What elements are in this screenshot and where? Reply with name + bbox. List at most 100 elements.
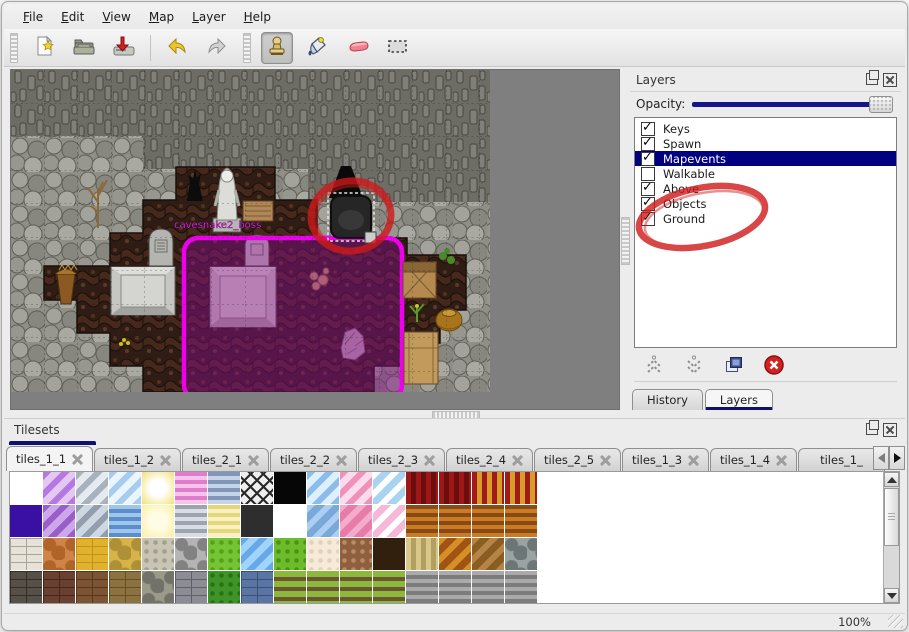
palette-tile-1-12[interactable]: [406, 505, 438, 537]
palette-tile-3-10[interactable]: [340, 571, 372, 603]
dock-tab-history[interactable]: History: [632, 389, 703, 410]
layer-row-spawn[interactable]: Spawn: [635, 136, 896, 151]
menu-map[interactable]: Map: [140, 7, 183, 27]
scroll-up-button[interactable]: [884, 472, 899, 487]
tileset-tab-tiles_1_[interactable]: tiles_1_: [798, 448, 885, 471]
vertical-splitter[interactable]: [621, 217, 630, 265]
palette-tile-1-3[interactable]: [109, 505, 141, 537]
tab-scroll-right-button[interactable]: [889, 446, 905, 470]
palette-tile-3-15[interactable]: [505, 571, 537, 603]
layer-checkbox-above[interactable]: [641, 182, 655, 196]
layer-checkbox-keys[interactable]: [641, 122, 655, 136]
layer-checkbox-walkable[interactable]: [641, 167, 655, 181]
palette-tile-1-5[interactable]: [175, 505, 207, 537]
palette-tile-3-8[interactable]: [274, 571, 306, 603]
tab-close-icon[interactable]: [688, 455, 699, 466]
tileset-tab-tiles_2_5[interactable]: tiles_2_5: [534, 448, 621, 471]
palette-tile-0-14[interactable]: [472, 472, 504, 504]
palette-tile-2-1[interactable]: [43, 538, 75, 570]
palette-tile-1-6[interactable]: [208, 505, 240, 537]
palette-tile-0-9[interactable]: [307, 472, 339, 504]
float-panel-icon[interactable]: [866, 73, 878, 85]
tab-close-icon[interactable]: [72, 454, 83, 465]
palette-tile-3-13[interactable]: [439, 571, 471, 603]
palette-tile-3-1[interactable]: [43, 571, 75, 603]
tileset-tab-tiles_2_2[interactable]: tiles_2_2: [270, 448, 357, 471]
palette-tile-3-14[interactable]: [472, 571, 504, 603]
redo-button[interactable]: [201, 32, 233, 64]
palette-tile-0-1[interactable]: [43, 472, 75, 504]
move-layer-up-button[interactable]: [640, 351, 668, 379]
palette-tile-2-13[interactable]: [439, 538, 471, 570]
palette-tile-2-6[interactable]: [208, 538, 240, 570]
open-file-button[interactable]: [68, 32, 100, 64]
tileset-tab-tiles_1_2[interactable]: tiles_1_2: [94, 448, 181, 471]
eraser-tool-button[interactable]: [341, 32, 373, 64]
layer-row-objects[interactable]: Objects: [635, 196, 896, 211]
stamp-tool-button[interactable]: [261, 32, 293, 64]
menu-help[interactable]: Help: [235, 7, 280, 27]
tab-close-icon[interactable]: [512, 455, 523, 466]
new-file-button[interactable]: [28, 32, 60, 64]
palette-tile-1-9[interactable]: [307, 505, 339, 537]
palette-tile-1-11[interactable]: [373, 505, 405, 537]
palette-tile-1-13[interactable]: [439, 505, 471, 537]
palette-tile-3-7[interactable]: [241, 571, 273, 603]
tab-close-icon[interactable]: [424, 455, 435, 466]
layer-row-ground[interactable]: Ground: [635, 211, 896, 226]
palette-tile-3-12[interactable]: [406, 571, 438, 603]
fill-tool-button[interactable]: [301, 32, 333, 64]
layer-checkbox-ground[interactable]: [641, 212, 655, 226]
palette-tile-0-8[interactable]: [274, 472, 306, 504]
layer-row-above[interactable]: Above: [635, 181, 896, 196]
tileset-tab-tiles_1_1[interactable]: tiles_1_1: [6, 446, 93, 471]
palette-tile-0-4[interactable]: [142, 472, 174, 504]
palette-tile-2-3[interactable]: [109, 538, 141, 570]
palette-tile-2-12[interactable]: [406, 538, 438, 570]
layer-row-mapevents[interactable]: Mapevents: [635, 151, 896, 166]
tab-scroll-left-button[interactable]: [873, 446, 889, 470]
tab-close-icon[interactable]: [336, 455, 347, 466]
palette-tile-2-5[interactable]: [175, 538, 207, 570]
palette-tile-1-0[interactable]: [10, 505, 42, 537]
resize-grip-icon[interactable]: [888, 615, 903, 628]
undo-button[interactable]: [161, 32, 193, 64]
scroll-down-button[interactable]: [884, 588, 899, 603]
palette-tile-1-8[interactable]: [274, 505, 306, 537]
opacity-slider[interactable]: [692, 96, 893, 112]
palette-tile-3-9[interactable]: [307, 571, 339, 603]
palette-tile-0-6[interactable]: [208, 472, 240, 504]
palette-tile-0-2[interactable]: [76, 472, 108, 504]
palette-tile-2-2[interactable]: [76, 538, 108, 570]
scrollbar-thumb[interactable]: [884, 488, 899, 546]
map-canvas[interactable]: cavesnake2_boss: [10, 69, 620, 410]
layer-row-walkable[interactable]: Walkable: [635, 166, 896, 181]
palette-tile-3-6[interactable]: [208, 571, 240, 603]
select-tool-button[interactable]: [381, 32, 413, 64]
palette-tile-0-13[interactable]: [439, 472, 471, 504]
palette-tile-1-7[interactable]: [241, 505, 273, 537]
menu-view[interactable]: View: [93, 7, 139, 27]
palette-tile-1-10[interactable]: [340, 505, 372, 537]
palette-tile-2-10[interactable]: [340, 538, 372, 570]
dock-tab-layers[interactable]: Layers: [705, 389, 773, 410]
tab-close-icon[interactable]: [600, 455, 611, 466]
palette-tile-3-3[interactable]: [109, 571, 141, 603]
tileset-tab-tiles_2_3[interactable]: tiles_2_3: [358, 448, 445, 471]
palette-tile-3-4[interactable]: [142, 571, 174, 603]
duplicate-layer-button[interactable]: [720, 351, 748, 379]
palette-tile-2-0[interactable]: [10, 538, 42, 570]
layer-checkbox-objects[interactable]: [641, 197, 655, 211]
layer-checkbox-spawn[interactable]: [641, 137, 655, 151]
palette-tile-1-1[interactable]: [43, 505, 75, 537]
palette-tile-0-3[interactable]: [109, 472, 141, 504]
close-panel-icon[interactable]: [883, 73, 897, 87]
tileset-tab-tiles_1_4[interactable]: tiles_1_4: [710, 448, 797, 471]
tab-close-icon[interactable]: [776, 455, 787, 466]
palette-tile-0-15[interactable]: [505, 472, 537, 504]
float-tilesets-icon[interactable]: [866, 423, 878, 435]
toolbar-drag-handle-2[interactable]: [243, 33, 251, 63]
toolbar-drag-handle[interactable]: [10, 33, 18, 63]
opacity-slider-handle[interactable]: [869, 96, 893, 113]
save-button[interactable]: [108, 32, 140, 64]
